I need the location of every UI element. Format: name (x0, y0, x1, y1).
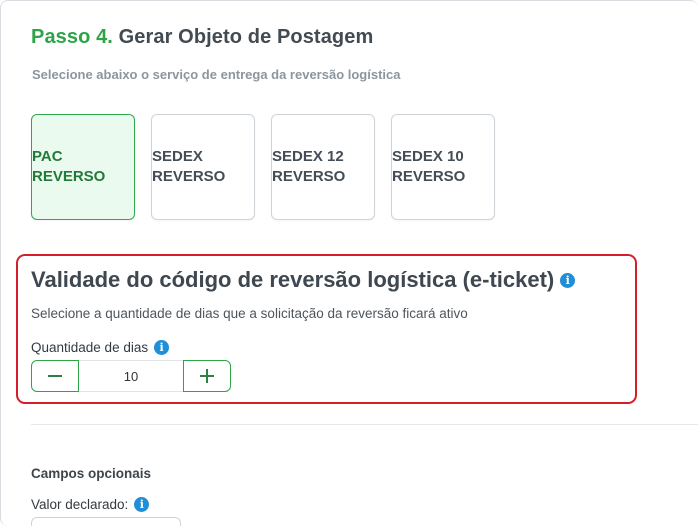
quantity-stepper (31, 360, 231, 392)
info-icon[interactable]: i (560, 272, 576, 288)
service-card-pac-reverso[interactable]: PAC REVERSO (31, 114, 135, 220)
decrement-button[interactable] (31, 360, 79, 392)
quantity-input[interactable] (79, 360, 183, 392)
declared-value-label-text: Valor declarado: (31, 497, 129, 512)
plus-icon (200, 369, 214, 383)
service-card-sedex12-reverso[interactable]: SEDEX 12 REVERSO (271, 114, 375, 220)
validity-title-text: Validade do código de reversão logística… (31, 267, 555, 292)
minus-icon (48, 375, 62, 377)
step-title: Passo 4. Gerar Objeto de Postagem (31, 26, 373, 49)
declared-value-input[interactable] (31, 517, 181, 526)
info-icon[interactable]: i (134, 497, 150, 512)
service-label: SEDEX 12 REVERSO (272, 148, 346, 185)
info-icon[interactable]: i (154, 340, 170, 355)
service-label: SEDEX REVERSO (152, 148, 226, 185)
service-options: PAC REVERSO SEDEX REVERSO SEDEX 12 REVER… (31, 114, 495, 220)
quantity-label-text: Quantidade de dias (31, 340, 149, 355)
service-label: PAC REVERSO (32, 148, 106, 185)
step-panel: Passo 4. Gerar Objeto de Postagem Seleci… (0, 0, 698, 526)
step-title-text: Gerar Objeto de Postagem (118, 26, 374, 48)
increment-button[interactable] (183, 360, 231, 392)
service-card-sedex10-reverso[interactable]: SEDEX 10 REVERSO (391, 114, 495, 220)
step-subtitle: Selecione abaixo o serviço de entrega da… (32, 67, 401, 82)
declared-value-label: Valor declarado: i (31, 497, 150, 512)
step-number: Passo 4. (31, 26, 113, 48)
optional-fields-title: Campos opcionais (31, 466, 152, 481)
validity-description: Selecione a quantidade de dias que a sol… (31, 306, 468, 321)
validity-title: Validade do código de reversão logística… (31, 267, 576, 293)
section-divider (31, 424, 698, 425)
service-label: SEDEX 10 REVERSO (392, 148, 466, 185)
quantity-label: Quantidade de dias i (31, 340, 170, 355)
service-card-sedex-reverso[interactable]: SEDEX REVERSO (151, 114, 255, 220)
